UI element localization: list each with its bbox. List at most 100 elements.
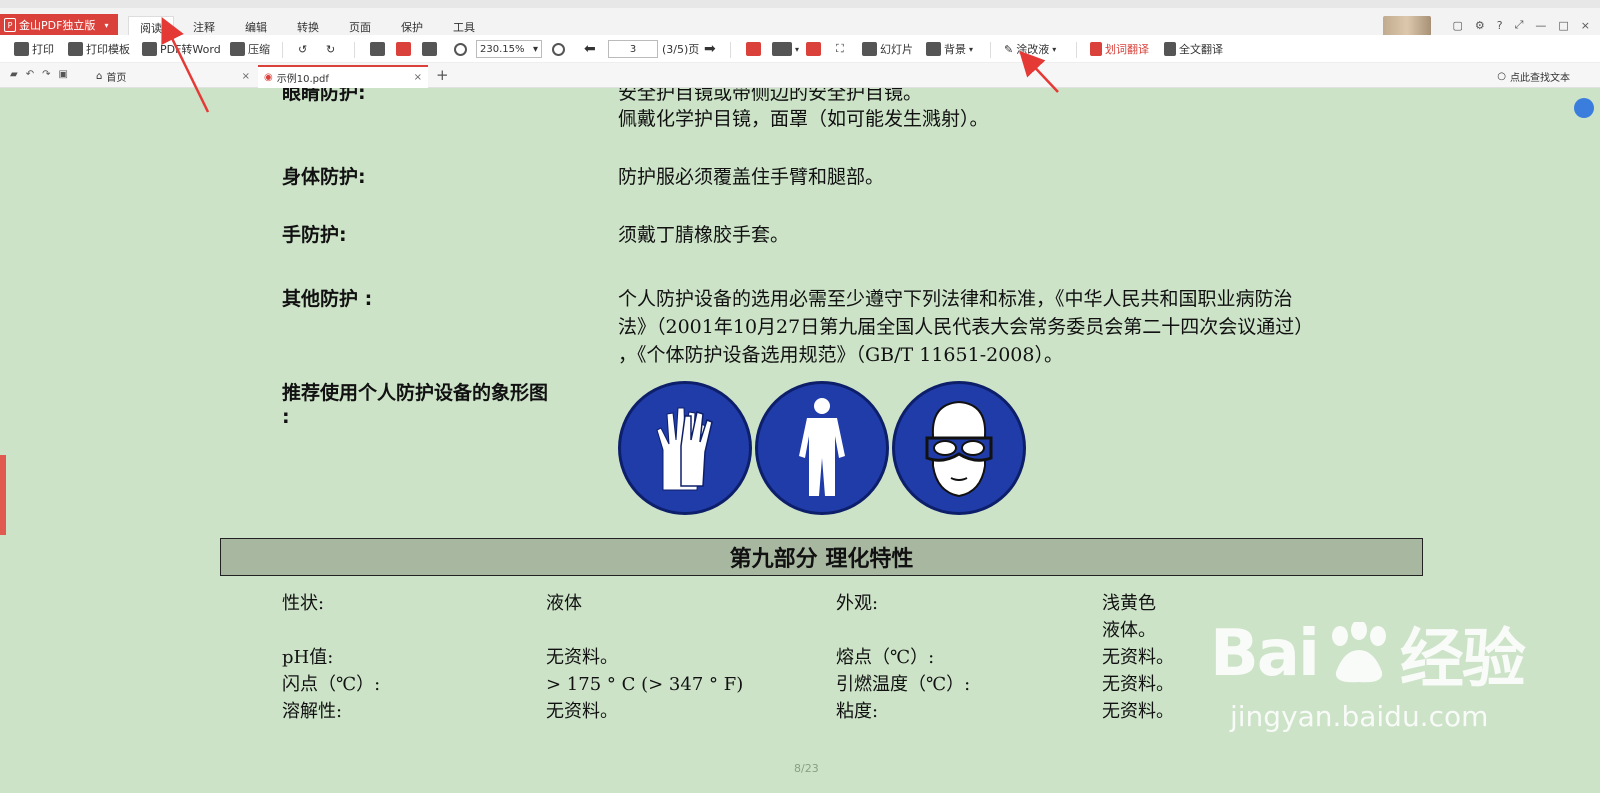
zoom-value: 230.15% [480, 43, 525, 55]
chevron-down-icon: ▾ [104, 20, 109, 30]
prop-value: 液体 [546, 593, 582, 614]
prop-value: 液体。 [1102, 620, 1156, 641]
actual-size-button[interactable] [370, 39, 385, 59]
compress-icon [230, 42, 245, 56]
word-translate-button[interactable]: 划词翻译 [1090, 39, 1149, 59]
floating-action-button[interactable] [1574, 98, 1594, 118]
window-controls: ▢ ⚙ ? ⤢ — □ × [1452, 18, 1590, 32]
fullscreen-icon[interactable]: ⤢ [1515, 18, 1524, 32]
zoom-select[interactable]: 230.15% ▾ [476, 39, 542, 59]
prop-value: 无资料。 [1102, 701, 1174, 722]
prop-key: 粘度: [836, 701, 879, 722]
search-icon: ○ [1497, 71, 1506, 82]
close-icon[interactable]: × [414, 72, 422, 83]
slideshow-button[interactable]: 幻灯片 [862, 39, 913, 59]
hand-protection-text: 须戴丁腈橡胶手套。 [618, 224, 790, 246]
rotate-left-icon: ↺ [298, 42, 308, 56]
rotate-left-button[interactable]: ↺ [298, 39, 307, 59]
app-menu-button[interactable]: P 金山PDF独立版 ▾ [0, 14, 118, 36]
correction-fluid-label: 涂改液 [1016, 43, 1050, 56]
chevron-down-icon: ▾ [532, 43, 538, 55]
zoom-out-icon [454, 42, 467, 56]
close-button[interactable]: × [1581, 19, 1590, 32]
correction-fluid-button[interactable]: ✎ 涂改液 ▾ [1004, 39, 1056, 59]
props-col-key2: 外观: 熔点（℃）: 引燃温度（℃）: 粘度: [836, 590, 970, 725]
paw-icon [1331, 622, 1386, 683]
background-icon [926, 42, 941, 56]
page-input[interactable]: 3 [608, 39, 658, 59]
toolbar-divider [730, 42, 731, 58]
print-button[interactable]: 打印 [14, 39, 54, 59]
tab-document[interactable]: ◉ 示例10.pdf × [258, 65, 428, 88]
fullscreen-button[interactable]: ⛶ [836, 39, 844, 59]
close-icon[interactable]: × [242, 71, 250, 82]
prop-key: pH值: [282, 647, 334, 668]
gear-icon[interactable]: ⚙ [1475, 19, 1485, 32]
undo-icon[interactable]: ↶ [26, 69, 34, 80]
pdf-to-word-button[interactable]: PDF转Word [142, 39, 221, 59]
save-icon[interactable]: ▣ [58, 69, 67, 80]
minimize-button[interactable]: — [1535, 19, 1546, 32]
pictogram-label: 推荐使用个人防护设备的象形图 [282, 382, 549, 404]
background-label: 背景 [944, 43, 966, 56]
compress-button[interactable]: 压缩 [230, 39, 270, 59]
message-icon[interactable]: ▢ [1452, 19, 1462, 32]
zoom-out-button[interactable] [454, 39, 467, 59]
open-folder-icon[interactable]: ▰ [10, 69, 18, 80]
zoom-in-icon [552, 42, 565, 56]
double-page-button[interactable]: ▾ [772, 39, 799, 59]
fit-page-button[interactable] [422, 39, 437, 59]
print-label: 打印 [32, 43, 54, 56]
pdf-logo-icon: P [4, 18, 16, 32]
find-text-button[interactable]: ○ 点此查找文本 [1497, 69, 1570, 84]
background-button[interactable]: 背景 ▾ [926, 39, 973, 59]
pictogram-row [618, 381, 1026, 515]
fit-width-button[interactable] [396, 39, 411, 59]
tab-home[interactable]: ⌂ 首页 × [90, 65, 256, 88]
help-button[interactable]: ? [1497, 19, 1503, 32]
section-header: 第九部分 理化特性 [220, 538, 1423, 576]
document-tab-bar: ▰ ↶ ↷ ▣ ⌂ 首页 × ◉ 示例10.pdf × + ○ 点此查找文本 [0, 63, 1600, 88]
print-template-button[interactable]: 打印模板 [68, 39, 130, 59]
print-icon [14, 42, 29, 56]
translate-icon [1164, 42, 1176, 56]
new-tab-button[interactable]: + [436, 66, 449, 84]
zoom-in-button[interactable] [552, 39, 565, 59]
slideshow-label: 幻灯片 [880, 43, 913, 56]
prop-key: 外观: [836, 593, 879, 614]
word-translate-label: 划词翻译 [1105, 43, 1149, 56]
props-col-val1: 液体 无资料。 > 175 ° C (> 347 ° F) 无资料。 [546, 590, 743, 725]
prop-value: 无资料。 [546, 647, 618, 668]
page-number-field[interactable]: 3 [608, 40, 658, 58]
single-page-button[interactable] [746, 39, 761, 59]
full-translate-button[interactable]: 全文翻译 [1164, 39, 1223, 59]
sidebar-toggle-handle[interactable] [0, 455, 6, 535]
prop-value: 浅黄色 [1102, 593, 1156, 614]
prev-page-button[interactable]: ⬅ [584, 39, 596, 59]
maximize-button[interactable]: □ [1558, 19, 1568, 32]
prev-page-icon: ⬅ [584, 41, 596, 57]
full-translate-label: 全文翻译 [1179, 43, 1223, 56]
eye-protection-line1: 安全护目镜或带侧边的安全护目镜。 [618, 88, 923, 104]
redo-icon[interactable]: ↷ [42, 69, 50, 80]
page-number: 8/23 [794, 762, 819, 775]
props-col-val2: 浅黄色 液体。 无资料。 无资料。 无资料。 [1102, 590, 1174, 725]
prop-key: 引燃温度（℃）: [836, 674, 971, 695]
toolbar-divider [1076, 42, 1077, 58]
body-protection-text: 防护服必须覆盖住手臂和腿部。 [618, 166, 885, 188]
chevron-down-icon: ▾ [1052, 44, 1057, 54]
document-viewport[interactable]: 眼睛防护: 安全护目镜或带侧边的安全护目镜。 佩戴化学护目镜，面罩（如可能发生溅… [0, 88, 1600, 793]
continuous-button[interactable] [806, 39, 821, 59]
prop-key: 闪点（℃）: [282, 674, 381, 695]
word-icon [142, 42, 157, 56]
coverall-pictogram [755, 381, 889, 515]
rotate-right-button[interactable]: ↻ [326, 39, 335, 59]
menu-bar: P 金山PDF独立版 ▾ 阅读 注释 编辑 转换 页面 保护 工具 ▢ ⚙ ? … [0, 0, 1600, 40]
double-page-icon [772, 42, 792, 56]
compress-label: 压缩 [248, 43, 270, 56]
home-tab-label: 首页 [106, 73, 127, 84]
next-page-button[interactable]: ➡ [704, 39, 716, 59]
props-col-key1: 性状: pH值: 闪点（℃）: 溶解性: [282, 590, 380, 725]
gloves-pictogram [618, 381, 752, 515]
home-icon: ⌂ [96, 71, 103, 82]
